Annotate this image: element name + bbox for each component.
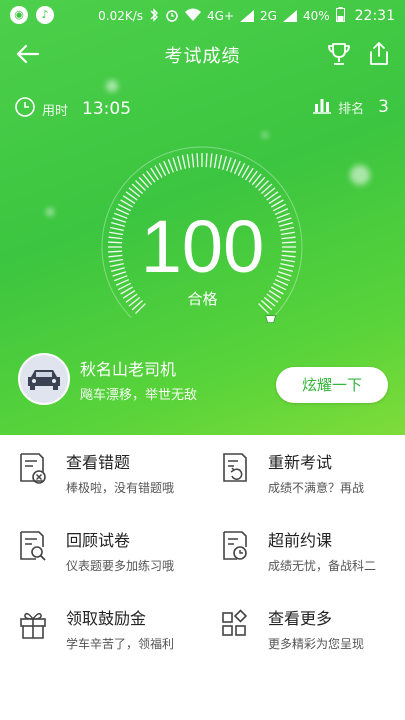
clock: 22:31 xyxy=(354,8,395,24)
menu-item-title: 查看更多 xyxy=(268,609,333,628)
user-name: 秋名山老司机 xyxy=(80,359,177,379)
menu-item-desc: 成绩无忧，备战科二 xyxy=(268,559,377,573)
menu-item-wrong-questions[interactable]: 查看错题 棒极啦，没有错题哦 xyxy=(18,435,218,505)
result-header: ◉ ♪ 0.02K/s 4G+ 2G 40% 22:31 考试成绩 用时 13:… xyxy=(0,0,405,435)
gauge-tick xyxy=(191,153,195,168)
gauge-tick xyxy=(217,154,223,169)
menu-item-title: 领取鼓励金 xyxy=(66,609,147,628)
rank: 排名 3 xyxy=(312,96,389,118)
menu-item-desc: 棒极啦，没有错题哦 xyxy=(66,481,175,495)
rank-label: 排名 xyxy=(338,101,365,117)
menu-item-desc: 更多精彩为您呈现 xyxy=(268,637,365,651)
pass-status: 合格 xyxy=(187,290,218,308)
time-used: 用时 13:05 xyxy=(14,96,131,122)
time-used-label: 用时 xyxy=(42,103,69,119)
wrong-questions-icon xyxy=(18,451,48,485)
alarm-icon xyxy=(165,8,179,25)
menu-item-book-lesson[interactable]: 超前约课 成绩无忧，备战科二 xyxy=(220,513,405,583)
net-speed: 0.02K/s xyxy=(98,9,144,23)
gauge-tick xyxy=(186,154,191,169)
gauge-tick xyxy=(163,160,171,175)
decoration-bubble xyxy=(262,132,268,138)
network-type: 4G+ xyxy=(207,9,235,23)
gauge-tick xyxy=(213,154,218,169)
car-icon xyxy=(28,370,60,390)
gauge-tick xyxy=(209,153,213,168)
battery-icon xyxy=(335,7,345,25)
trophy-icon[interactable] xyxy=(325,40,353,68)
user-slogan: 飚车漂移，举世无敌 xyxy=(80,387,198,403)
navigation-bar: 考试成绩 xyxy=(0,34,405,74)
bar-chart-icon xyxy=(312,96,332,118)
user-info: 秋名山老司机 飚车漂移，举世无敌 xyxy=(18,353,197,405)
menu-item-title: 重新考试 xyxy=(268,453,333,472)
gauge-tick xyxy=(172,157,178,172)
review-paper-icon xyxy=(18,529,48,563)
avatar[interactable] xyxy=(18,353,70,405)
menu-item-review-paper[interactable]: 回顾试卷 仪表题要多加练习哦 xyxy=(18,513,218,583)
menu-item-title: 超前约课 xyxy=(268,531,333,550)
clock-icon xyxy=(14,96,36,122)
gauge-tick xyxy=(230,159,237,173)
time-used-value: 13:05 xyxy=(82,99,132,119)
retake-exam-icon xyxy=(220,451,250,485)
menu-item-desc: 成绩不满意？再战 xyxy=(268,481,365,495)
gauge-tick xyxy=(233,160,241,175)
gauge-tick xyxy=(177,156,182,170)
wechat-icon: ◉ xyxy=(10,6,28,24)
menu-item-claim-bonus[interactable]: 领取鼓励金 学车辛苦了，领福利 xyxy=(18,591,218,661)
more-apps-icon xyxy=(220,607,250,641)
decoration-bubble xyxy=(350,165,370,185)
book-lesson-icon xyxy=(220,529,250,563)
score-value: 100 xyxy=(140,205,265,288)
gauge-tick xyxy=(226,157,232,172)
gauge-tick xyxy=(167,159,174,173)
gauge-tick xyxy=(205,153,208,168)
gauge-tick xyxy=(222,156,227,170)
gauge-marker xyxy=(265,315,277,323)
rank-value: 3 xyxy=(378,97,389,117)
menu-item-retake-exam[interactable]: 重新考试 成绩不满意？再战 xyxy=(220,435,405,505)
menu-item-title: 回顾试卷 xyxy=(66,531,131,550)
network-type-2: 2G xyxy=(260,9,277,23)
volume-icon: ♪ xyxy=(36,6,54,24)
gauge-tick xyxy=(196,153,199,168)
decoration-bubble xyxy=(106,80,118,92)
show-off-button[interactable]: 炫耀一下 xyxy=(276,367,388,403)
wifi-icon xyxy=(185,8,202,24)
battery-percent: 40% xyxy=(302,9,330,23)
menu-item-desc: 仪表题要多加练习哦 xyxy=(66,559,175,573)
bluetooth-icon xyxy=(149,7,159,25)
menu-item-desc: 学车辛苦了，领福利 xyxy=(66,637,175,651)
share-icon[interactable] xyxy=(365,40,393,68)
gift-icon xyxy=(18,607,48,641)
status-bar: ◉ ♪ 0.02K/s 4G+ 2G 40% 22:31 xyxy=(0,0,405,30)
gauge-tick xyxy=(181,154,187,169)
menu-item-view-more[interactable]: 查看更多 更多精彩为您呈现 xyxy=(220,591,405,661)
signal-icon-2 xyxy=(282,10,297,22)
signal-icon xyxy=(240,10,255,22)
menu-item-title: 查看错题 xyxy=(66,453,131,472)
